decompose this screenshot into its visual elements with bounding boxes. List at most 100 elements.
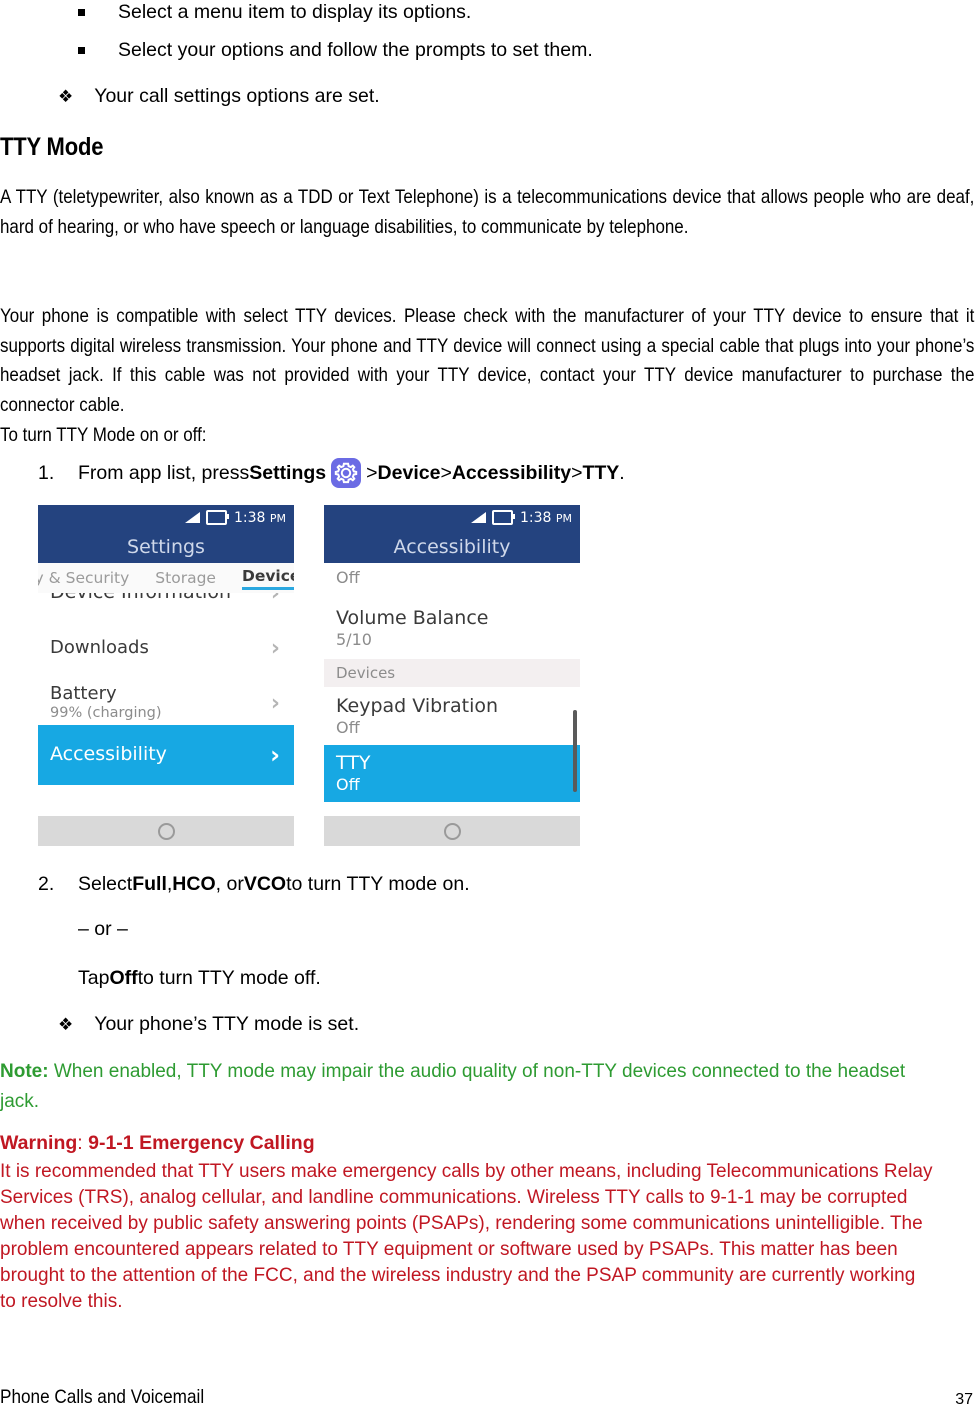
list-item-keypad-vibration[interactable]: Keypad Vibration Off bbox=[324, 687, 580, 745]
list-item-label: Battery bbox=[50, 683, 117, 704]
chevron-right-icon: › bbox=[270, 741, 280, 769]
step-off-prefix: Tap bbox=[78, 967, 110, 989]
list-item-label: Keypad Vibration bbox=[336, 695, 499, 717]
result-item: ❖ Your call settings options are set. bbox=[58, 84, 758, 109]
tab-bar: cy & Security Storage Device bbox=[38, 563, 294, 593]
result-item-text: Your call settings options are set. bbox=[94, 85, 380, 107]
chevron-right-icon: › bbox=[270, 691, 280, 716]
signal-bars-icon bbox=[184, 512, 200, 523]
status-bar: 1:38 PM bbox=[324, 505, 580, 530]
list-item-volume-balance[interactable]: Volume Balance 5/10 bbox=[324, 601, 580, 659]
step-2-option-vco: VCO bbox=[243, 873, 287, 895]
paragraph-tty-compatibility: Your phone is compatible with select TTY… bbox=[0, 305, 975, 416]
paragraph-tty-definition: A TTY (teletypewriter, also known as a T… bbox=[0, 186, 975, 238]
settings-list: Device Information › Downloads › Battery… bbox=[38, 579, 294, 785]
phone-screenshot-accessibility: 1:38 PM Accessibility Off Volume Balance… bbox=[324, 505, 580, 846]
tab-device[interactable]: Device bbox=[241, 567, 294, 590]
step-1-tty-label: TTY bbox=[582, 462, 620, 484]
status-clock: 1:38 PM bbox=[520, 510, 572, 526]
list-item: Select your options and follow the promp… bbox=[78, 38, 778, 63]
step-1-device-label: Device bbox=[377, 462, 441, 484]
system-nav-bar bbox=[324, 816, 580, 846]
step-2-comma-2: , or bbox=[215, 873, 244, 895]
section-header-devices: Devices bbox=[324, 659, 580, 687]
list-item-text: Select a menu item to display its option… bbox=[118, 1, 472, 23]
step-1: 1. From app list, press Settings > Devic… bbox=[38, 458, 625, 488]
app-title-accessibility: Accessibility bbox=[324, 530, 580, 563]
signal-bars-icon bbox=[470, 512, 486, 523]
step-2: 2. Select Full , HCO , or VCO to turn TT… bbox=[38, 871, 470, 897]
step-1-prefix: From app list, press bbox=[78, 462, 250, 484]
footer-section-title: Phone Calls and Voicemail bbox=[0, 1386, 205, 1408]
home-circle-icon[interactable] bbox=[157, 822, 175, 840]
step-1-settings-label: Settings bbox=[249, 462, 327, 484]
step-2-suffix: to turn TTY mode on. bbox=[286, 873, 470, 895]
status-time: 1:38 bbox=[233, 509, 266, 526]
list-item-accessibility[interactable]: Accessibility › bbox=[38, 725, 294, 785]
square-bullet-icon bbox=[78, 9, 85, 16]
step-1-sep-3: > bbox=[571, 462, 583, 484]
step-tty-off: Tap Off to turn TTY mode off. bbox=[78, 965, 321, 991]
step-2-option-full: Full bbox=[132, 873, 167, 895]
note-text: When enabled, TTY mode may impair the au… bbox=[0, 1061, 906, 1112]
step-1-number: 1. bbox=[38, 462, 55, 484]
diamond-bullet-icon: ❖ bbox=[58, 1015, 74, 1034]
tab-storage[interactable]: Storage bbox=[155, 569, 216, 587]
tab-privacy-security[interactable]: cy & Security bbox=[38, 569, 129, 587]
result-item-tty: ❖ Your phone’s TTY mode is set. bbox=[58, 1012, 359, 1037]
status-time: 1:38 bbox=[519, 509, 552, 526]
step-1-sep-2: > bbox=[440, 462, 452, 484]
battery-icon bbox=[205, 510, 229, 525]
document-page: Select a menu item to display its option… bbox=[0, 0, 975, 1417]
step-off-bold: Off bbox=[109, 967, 138, 989]
step-1-suffix: . bbox=[619, 462, 625, 484]
step-1-accessibility-label: Accessibility bbox=[451, 462, 572, 484]
warning-label: Warning bbox=[0, 1132, 78, 1154]
list-item-sublabel: 99% (charging) bbox=[50, 705, 162, 721]
list-item-sublabel: Off bbox=[336, 568, 360, 587]
home-circle-icon[interactable] bbox=[443, 822, 461, 840]
footer-page-number: 37 bbox=[955, 1391, 973, 1408]
status-ampm: PM bbox=[269, 511, 286, 525]
status-clock: 1:38 PM bbox=[234, 510, 286, 526]
list-item: Select a menu item to display its option… bbox=[78, 0, 778, 25]
warning-colon: : bbox=[77, 1132, 89, 1154]
gear-icon bbox=[331, 458, 362, 488]
list-item-battery[interactable]: Battery 99% (charging) › bbox=[38, 667, 294, 725]
list-item-downloads[interactable]: Downloads › bbox=[38, 611, 294, 667]
warning-title: 9-1-1 Emergency Calling bbox=[88, 1132, 315, 1154]
step-2-number: 2. bbox=[38, 873, 55, 895]
lead-in-text: To turn TTY Mode on or off: bbox=[0, 424, 207, 446]
list-item-text: Select your options and follow the promp… bbox=[118, 39, 593, 61]
or-divider: – or – bbox=[78, 918, 128, 940]
result-item-text: Your phone’s TTY mode is set. bbox=[94, 1013, 360, 1035]
note-label: Note: bbox=[0, 1061, 49, 1082]
system-nav-bar bbox=[38, 816, 294, 846]
step-2-option-hco: HCO bbox=[172, 873, 216, 895]
list-item-sublabel: 5/10 bbox=[336, 630, 372, 649]
accessibility-list: Off Volume Balance 5/10 Devices Keypad V… bbox=[324, 563, 580, 802]
warning-body: It is recommended that TTY users make em… bbox=[0, 1161, 933, 1312]
list-item-sublabel: Off bbox=[336, 775, 360, 794]
list-item-label: Downloads bbox=[50, 637, 149, 658]
list-item-label: TTY bbox=[336, 752, 371, 774]
vertical-scrollbar[interactable] bbox=[573, 710, 577, 792]
battery-icon bbox=[491, 510, 515, 525]
step-off-suffix: to turn TTY mode off. bbox=[137, 967, 321, 989]
chevron-right-icon: › bbox=[270, 636, 280, 661]
phone-screenshot-settings: 1:38 PM Settings cy & Security Storage D… bbox=[38, 505, 294, 846]
step-1-sep-1: > bbox=[366, 462, 378, 484]
list-item-label: Volume Balance bbox=[336, 607, 489, 629]
list-item-tty[interactable]: TTY Off bbox=[324, 745, 580, 802]
app-title-settings: Settings bbox=[38, 530, 294, 563]
list-item-partial-top[interactable]: Off bbox=[324, 563, 580, 601]
diamond-bullet-icon: ❖ bbox=[58, 87, 74, 106]
note-block: Note: When enabled, TTY mode may impair … bbox=[0, 1057, 930, 1117]
square-bullet-icon bbox=[78, 47, 85, 54]
list-item-label: Accessibility bbox=[50, 743, 167, 765]
warning-heading: Warning: 9-1-1 Emergency Calling bbox=[0, 1132, 315, 1155]
step-2-prefix: Select bbox=[78, 873, 133, 895]
status-bar: 1:38 PM bbox=[38, 505, 294, 530]
list-item-sublabel: Off bbox=[336, 718, 360, 737]
page-section-heading: TTY Mode bbox=[0, 133, 104, 161]
